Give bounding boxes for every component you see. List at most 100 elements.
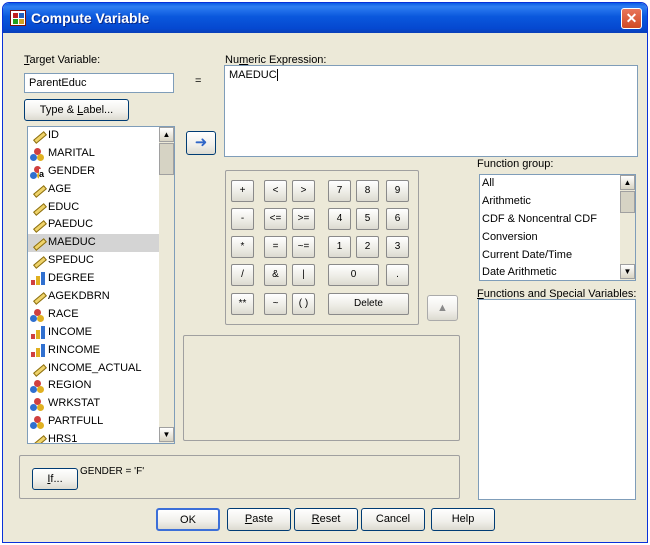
cancel-button[interactable]: Cancel [361,508,425,531]
multiply-key[interactable]: * [231,236,254,258]
reset-button[interactable]: Reset [294,508,358,531]
or-key[interactable]: | [292,264,315,286]
numeric-expression-input[interactable]: MAEDUC [224,65,638,157]
key-5[interactable]: 5 [356,208,379,230]
function-group-item[interactable]: Current Date/Time [480,247,635,265]
function-group-item[interactable]: Conversion [480,229,635,247]
compute-variable-dialog: Compute Variable ✕ Target Variable: Pare… [2,2,648,543]
title-bar[interactable]: Compute Variable ✕ [3,3,647,33]
variable-list-item[interactable]: a GENDER [28,163,174,181]
help-button[interactable]: Help [431,508,495,531]
type-label-button[interactable]: Type & Label... [24,99,129,121]
function-group-list[interactable]: All Arithmetic CDF & Noncentral CDF Convers… [479,174,636,281]
parentheses-key[interactable]: ( ) [292,293,315,315]
not-key[interactable]: ~ [264,293,287,315]
equal-key[interactable]: = [264,236,287,258]
key-1[interactable]: 1 [328,236,351,258]
function-group-item[interactable]: All [480,175,635,193]
variable-list-item[interactable]: AGEKDBRN [28,288,174,306]
function-group-item[interactable]: Date Arithmetic [480,264,635,280]
key-9[interactable]: 9 [386,180,409,202]
variable-name: AGEKDBRN [48,290,110,303]
scroll-thumb[interactable] [620,191,635,213]
variable-list-item[interactable]: WRKSTAT [28,395,174,413]
delete-key[interactable]: Delete [328,293,409,315]
variable-list-item[interactable]: ID [28,127,174,145]
variable-name: RINCOME [48,343,100,356]
scale-ruler-icon [30,218,47,234]
variable-name: RACE [48,307,79,320]
nominal-icon [30,308,44,322]
ordinal-bar-icon [30,325,45,340]
power-key[interactable]: ** [231,293,254,315]
scroll-up-icon[interactable]: ▲ [159,127,174,142]
move-variable-arrow-icon[interactable]: ➜ [186,131,216,155]
key-7[interactable]: 7 [328,180,351,202]
key-6[interactable]: 6 [386,208,409,230]
scroll-down-icon[interactable]: ▼ [159,427,174,442]
variable-list-item[interactable]: MAEDUC [28,234,174,253]
paste-button[interactable]: Paste [227,508,291,531]
key-8[interactable]: 8 [356,180,379,202]
and-key[interactable]: & [264,264,287,286]
nominal-icon [30,379,44,394]
ordinal-bar-icon-part [41,272,45,286]
variable-list-item[interactable]: PAEDUC [28,216,174,234]
variable-list-item[interactable]: AGE [28,181,174,199]
ordinal-bar-icon-part [36,329,40,339]
decimal-key[interactable]: . [386,264,409,286]
variable-list-item[interactable]: HRS1 [28,431,174,443]
key-2[interactable]: 2 [356,236,379,258]
variable-name: DEGREE [48,272,95,285]
nominal-icon-part [30,422,37,430]
variable-list-scrollbar[interactable]: ▲ ▼ [159,127,174,443]
variable-list[interactable]: ID MARITAL a GENDER AGE EDUC PAEDUC MAEDUC SPEDU… [27,126,175,444]
target-variable-input[interactable]: ParentEduc [24,73,174,93]
variable-list-item[interactable]: PARTFULL [28,413,174,431]
scale-ruler-icon [30,236,47,252]
key-4[interactable]: 4 [328,208,351,230]
variable-list-item[interactable]: MARITAL [28,145,174,163]
scroll-up-icon[interactable]: ▲ [620,175,635,190]
nominal-icon-part [30,404,37,412]
nominal-string-icon-part [30,171,37,179]
nominal-icon-part [30,386,37,394]
not-equal-key[interactable]: ~= [292,236,315,258]
nominal-icon-part [30,153,37,161]
if-button[interactable]: If... [32,468,78,490]
variable-list-item[interactable]: EDUC [28,199,174,217]
ordinal-bar-icon-part [31,333,35,339]
variable-list-item[interactable]: DEGREE [28,270,174,288]
scale-ruler-icon-part [33,202,47,216]
nominal-icon [30,397,44,412]
scroll-thumb[interactable] [159,143,174,175]
function-group-scrollbar[interactable]: ▲ ▼ [620,175,635,280]
less-equal-key[interactable]: <= [264,208,287,230]
divide-key[interactable]: / [231,264,254,286]
minus-key[interactable]: - [231,208,254,230]
variable-list-item[interactable]: RACE [28,306,174,324]
variable-list-item[interactable]: REGION [28,377,174,395]
variable-list-item[interactable]: RINCOME [28,342,174,360]
functions-special-variables-list[interactable] [478,299,636,500]
close-icon[interactable]: ✕ [621,8,642,29]
key-0[interactable]: 0 [328,264,379,286]
function-group-item[interactable]: CDF & Noncentral CDF [480,211,635,229]
greater-than-key[interactable]: > [292,180,315,202]
spss-app-icon [10,10,26,26]
less-than-key[interactable]: < [264,180,287,202]
variable-list-item[interactable]: INCOME_ACTUAL [28,360,174,378]
variable-list-item[interactable]: SPEDUC [28,252,174,270]
scroll-down-icon[interactable]: ▼ [620,264,635,279]
insert-function-arrow-icon[interactable]: ▲ [427,295,458,321]
if-condition-frame: If... GENDER = 'F' [19,455,460,499]
function-group-item[interactable]: Arithmetic [480,193,635,211]
scale-ruler-icon [30,129,47,144]
key-3[interactable]: 3 [386,236,409,258]
plus-key[interactable]: + [231,180,254,202]
scale-ruler-icon-part [33,184,47,198]
greater-equal-key[interactable]: >= [292,208,315,230]
nominal-icon-part [37,153,44,161]
variable-list-item[interactable]: INCOME [28,324,174,342]
ok-button[interactable]: OK [156,508,220,531]
